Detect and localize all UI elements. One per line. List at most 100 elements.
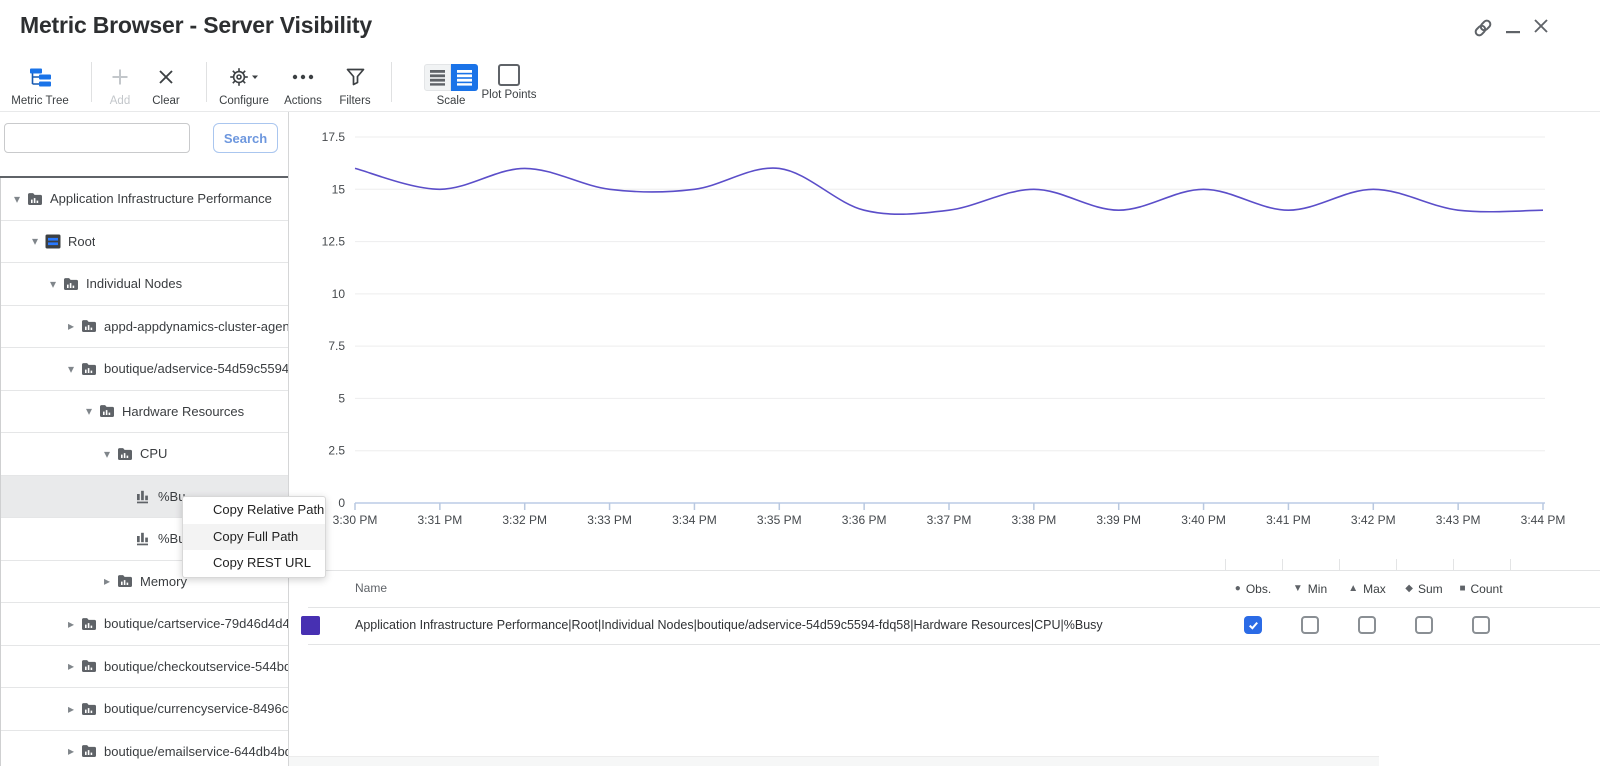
folder-chart-icon [79, 744, 99, 758]
search-button[interactable]: Search [213, 123, 278, 153]
ellipsis-icon [292, 62, 314, 92]
checkbox-sum[interactable] [1415, 616, 1433, 634]
svg-text:3:33 PM: 3:33 PM [587, 513, 632, 527]
column-tick [1396, 559, 1397, 570]
caret-icon[interactable]: ▾ [63, 362, 79, 376]
svg-text:3:40 PM: 3:40 PM [1181, 513, 1226, 527]
menu-item-copy-full-path[interactable]: Copy Full Path [183, 524, 325, 551]
folder-chart-icon [115, 447, 135, 461]
square-icon: ■ [1459, 583, 1465, 594]
caret-icon[interactable]: ▸ [63, 319, 79, 333]
caret-icon[interactable]: ▾ [27, 234, 43, 248]
clear-x-icon [158, 62, 174, 92]
folder-chart-icon [79, 659, 99, 673]
scale-linear-icon[interactable] [424, 64, 451, 91]
tree-row[interactable]: ▸ boutique/cartservice-79d46d4d46-9b [1, 603, 289, 646]
menu-item-copy-rest-url[interactable]: Copy REST URL [183, 550, 325, 577]
caret-icon[interactable]: ▸ [63, 744, 79, 758]
tree-row[interactable]: ▾ Hardware Resources [1, 391, 289, 434]
caret-icon[interactable]: ▸ [63, 659, 79, 673]
tree-item-label: boutique/cartservice-79d46d4d46-9b [104, 616, 289, 631]
configure-button[interactable]: Configure [209, 62, 279, 110]
menu-item-copy-relative-path[interactable]: Copy Relative Path [183, 497, 325, 524]
tree-item-label: boutique/adservice-54d59c5594-fdq5 [104, 361, 289, 376]
metric-icon [133, 489, 153, 504]
filters-button[interactable]: Filters [325, 62, 385, 110]
chart-panel: 02.557.51012.51517.53:30 PM3:31 PM3:32 P… [289, 112, 1600, 766]
svg-text:7.5: 7.5 [328, 339, 345, 353]
tree-item-label: boutique/currencyservice-8496cb5c7 [104, 701, 289, 716]
svg-text:3:42 PM: 3:42 PM [1351, 513, 1396, 527]
tree-row[interactable]: ▾ boutique/adservice-54d59c5594-fdq5 [1, 348, 289, 391]
column-tick [1453, 559, 1454, 570]
svg-text:15: 15 [332, 182, 346, 196]
tier-icon [43, 234, 63, 249]
tree-item-label: appd-appdynamics-cluster-agent-app [104, 319, 289, 334]
circle-icon: ● [1235, 583, 1241, 594]
series-name: Application Infrastructure Performance|R… [355, 607, 1103, 643]
column-header-max: ▲Max [1348, 570, 1386, 607]
metric-tree: ▾ Application Infrastructure Performance… [0, 178, 289, 766]
folder-chart-icon [79, 702, 99, 716]
tree-row[interactable]: ▸ appd-appdynamics-cluster-agent-app [1, 306, 289, 349]
checkbox-count[interactable] [1472, 616, 1490, 634]
column-tick [1510, 559, 1511, 570]
actions-button[interactable]: Actions [273, 62, 333, 110]
caret-icon[interactable]: ▾ [45, 277, 61, 291]
caret-icon[interactable]: ▸ [63, 617, 79, 631]
column-label: Sum [1418, 582, 1443, 596]
tree-row[interactable]: ▾ CPU [1, 433, 289, 476]
caret-icon[interactable]: ▾ [99, 447, 115, 461]
folder-chart-icon [97, 404, 117, 418]
tree-item-label: Application Infrastructure Performance [50, 191, 272, 206]
minimize-icon[interactable] [1505, 22, 1525, 42]
table-border [308, 644, 1600, 645]
page-title: Metric Browser - Server Visibility [20, 12, 372, 39]
caret-icon[interactable]: ▾ [9, 192, 25, 206]
titlebar: Metric Browser - Server Visibility [0, 0, 1600, 55]
tree-row[interactable]: ▸ boutique/emailservice-644db4bdf8-lc [1, 731, 289, 766]
metric-icon [133, 531, 153, 546]
caret-icon[interactable]: ▸ [63, 702, 79, 716]
tree-row[interactable]: ▾ Individual Nodes [1, 263, 289, 306]
checkbox-obs[interactable] [1244, 616, 1262, 634]
search-input[interactable] [4, 123, 190, 153]
toolbar: Metric Tree Add Clear Configure Actions [0, 55, 1600, 112]
context-menu: Copy Relative Path Copy Full Path Copy R… [182, 496, 326, 578]
tree-item-label: boutique/emailservice-644db4bdf8-lc [104, 744, 289, 759]
metric-line-chart: 02.557.51012.51517.53:30 PM3:31 PM3:32 P… [289, 112, 1600, 570]
checkbox-min[interactable] [1301, 616, 1319, 634]
svg-text:3:32 PM: 3:32 PM [502, 513, 547, 527]
svg-text:3:31 PM: 3:31 PM [418, 513, 463, 527]
tree-row[interactable]: ▾ Root [1, 221, 289, 264]
folder-chart-icon [25, 192, 45, 206]
link-icon[interactable] [1473, 18, 1493, 38]
scale-label: Scale [437, 95, 466, 107]
column-header-count: ■Count [1459, 570, 1502, 607]
checkbox-max[interactable] [1358, 616, 1376, 634]
metric-tree-icon [29, 62, 52, 92]
tree-row[interactable]: ▾ Application Infrastructure Performance [1, 178, 289, 221]
close-icon[interactable] [1533, 18, 1553, 38]
toolbar-separator [206, 62, 207, 102]
metric-tree-button[interactable]: Metric Tree [0, 62, 80, 110]
caret-icon[interactable]: ▸ [99, 574, 115, 588]
tree-item-label: Individual Nodes [86, 276, 182, 291]
clear-button[interactable]: Clear [136, 62, 196, 110]
tree-item-label: CPU [140, 446, 167, 461]
svg-text:3:44 PM: 3:44 PM [1521, 513, 1566, 527]
column-header-obs: ●Obs. [1235, 570, 1271, 607]
column-tick [1225, 559, 1226, 570]
plot-points-label: Plot Points [482, 89, 537, 101]
clear-label: Clear [152, 95, 179, 107]
column-header-name: Name [355, 570, 387, 607]
scroll-strip[interactable] [289, 756, 1379, 766]
caret-icon[interactable]: ▾ [81, 404, 97, 418]
column-tick [1339, 559, 1340, 570]
plot-points-checkbox[interactable] [498, 64, 520, 86]
svg-text:3:39 PM: 3:39 PM [1096, 513, 1141, 527]
diamond-icon: ◆ [1405, 583, 1413, 594]
tree-row[interactable]: ▸ boutique/checkoutservice-544bdf649 [1, 646, 289, 689]
tree-row[interactable]: ▸ boutique/currencyservice-8496cb5c7 [1, 688, 289, 731]
folder-chart-icon [79, 319, 99, 333]
